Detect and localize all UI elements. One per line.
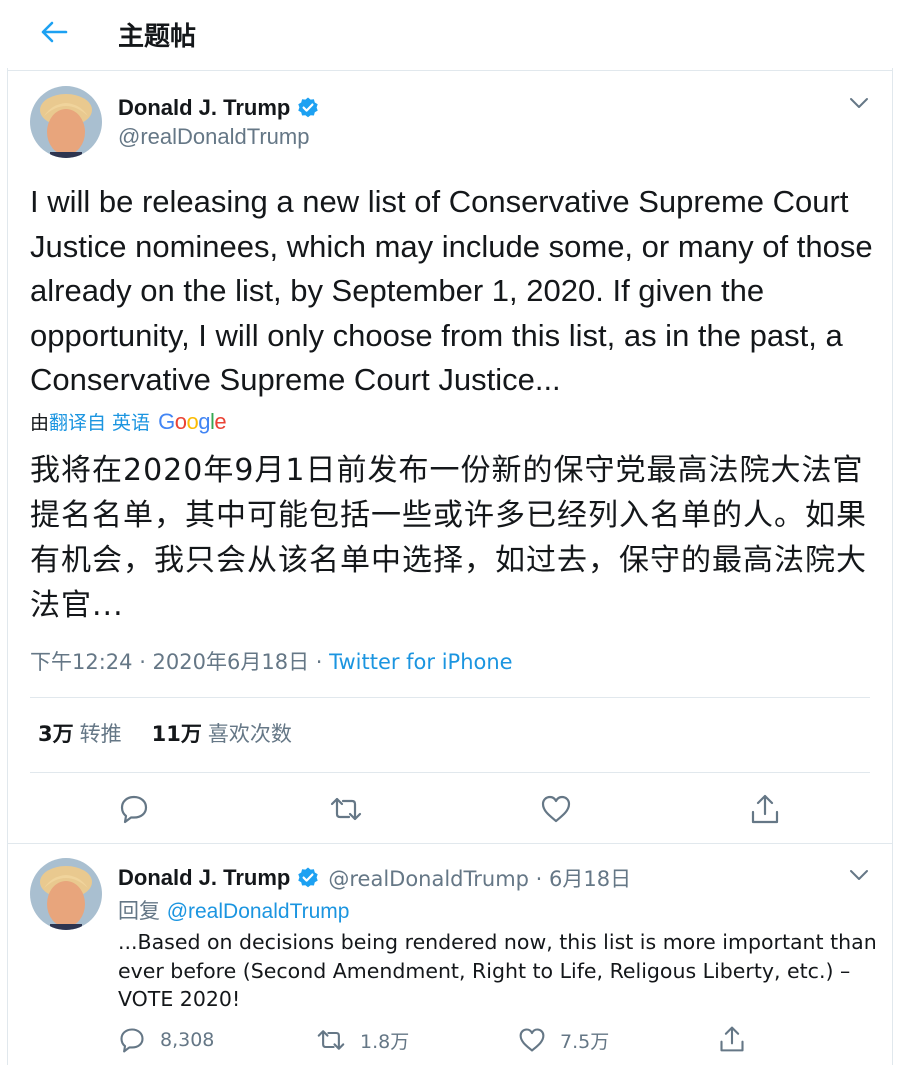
google-logo: Google [158,409,227,434]
reply-button[interactable]: 8,308 [118,1026,214,1054]
tweet-divider [7,843,893,844]
chevron-down-icon [850,98,868,108]
divider [30,772,870,773]
retweet-label[interactable]: 转推 [80,718,122,748]
share-button[interactable] [718,1024,746,1054]
verified-badge-icon [296,96,320,120]
replying-to: 回复 @realDonaldTrump [118,895,349,925]
timeline-right-border [892,68,893,1065]
reply-count: 8,308 [160,1029,215,1051]
tweet-options-button[interactable] [846,90,872,116]
retweet-icon [330,797,362,821]
replying-to-label: 回复 [118,899,167,923]
verified-badge-icon [296,866,320,890]
like-label[interactable]: 喜欢次数 [208,718,292,748]
speech-bubble-icon [120,1028,144,1053]
translation-attribution: 由 翻译自 英语 Google [30,408,227,435]
like-count: 7.5万 [560,1030,610,1053]
share-button[interactable] [749,792,781,826]
speech-bubble-icon [120,795,148,824]
timeline-left-border [7,68,8,1065]
back-button[interactable] [36,14,72,50]
reply-author-row: Donald J. Trump @realDonaldTrump · 6月18日 [118,863,631,893]
page-title: 主题帖 [118,22,197,52]
like-button[interactable] [540,793,572,825]
chevron-down-icon [850,870,868,880]
top-bar: 主题帖 [0,0,900,68]
retweet-count[interactable]: 3万 [38,718,74,748]
tweet-metadata: 下午12:24 · 2020年6月18日 · Twitter for iPhon… [30,646,513,676]
tweet-timestamp[interactable]: 下午12:24 · 2020年6月18日 · [30,650,329,674]
like-button[interactable]: 7.5万 [518,1026,609,1054]
reply-options-button[interactable] [846,862,872,888]
reply-author-name[interactable]: Donald J. Trump [118,865,290,891]
author-name[interactable]: Donald J. Trump [118,95,290,121]
retweet-button[interactable] [329,793,363,825]
header-divider [7,70,893,71]
retweet-count: 1.8万 [360,1030,410,1053]
translation-source-link[interactable]: 翻译自 英语 [49,408,150,435]
retweet-button[interactable]: 1.8万 [316,1026,409,1054]
reply-button[interactable] [118,793,150,825]
reply-tweet-text: ...Based on decisions being rendered now… [118,930,877,1011]
avatar[interactable] [30,858,102,930]
replying-to-mention[interactable]: @realDonaldTrump [167,900,350,923]
author-handle[interactable]: @realDonaldTrump [118,124,309,150]
like-count[interactable]: 11万 [152,718,202,748]
avatar[interactable] [30,86,102,158]
translation-prefix: 由 [30,412,50,434]
author-row: Donald J. Trump [118,95,320,121]
heart-icon [541,795,571,823]
engagement-stats: 3万 转推 11万 喜欢次数 [38,718,322,748]
share-icon [751,794,779,824]
tweet-source[interactable]: Twitter for iPhone [329,650,513,674]
translated-text: 我将在2020年9月1日前发布一份新的保守党最高法院大法官提名名单，其中可能包括… [30,453,867,623]
arrow-left-icon [41,21,68,43]
retweet-icon [317,1030,345,1050]
divider [30,697,870,698]
reply-handle-and-date[interactable]: @realDonaldTrump · 6月18日 [328,863,631,893]
share-icon [720,1026,744,1052]
heart-icon [519,1028,545,1052]
tweet-text: I will be releasing a new list of Conser… [30,184,873,397]
